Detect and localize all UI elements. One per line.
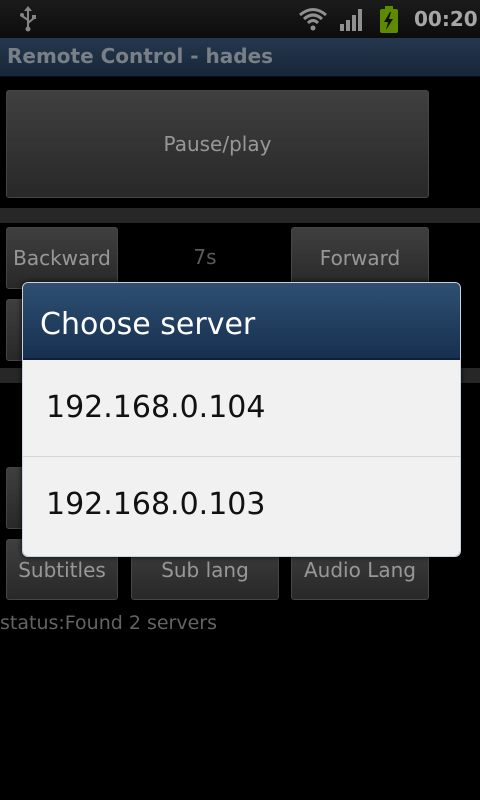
server-address: 192.168.0.103 — [46, 487, 266, 522]
choose-server-dialog: Choose server 192.168.0.104 192.168.0.10… — [22, 282, 461, 557]
dialog-title: Choose server — [40, 307, 256, 342]
server-address: 192.168.0.104 — [46, 390, 266, 425]
screen: 00:20 Remote Control - hades Pause/play … — [0, 0, 480, 800]
server-list-item[interactable]: 192.168.0.103 — [23, 457, 460, 554]
dialog-header: Choose server — [23, 283, 460, 360]
server-list-item[interactable]: 192.168.0.104 — [23, 360, 460, 457]
server-list: 192.168.0.104 192.168.0.103 — [23, 360, 460, 556]
